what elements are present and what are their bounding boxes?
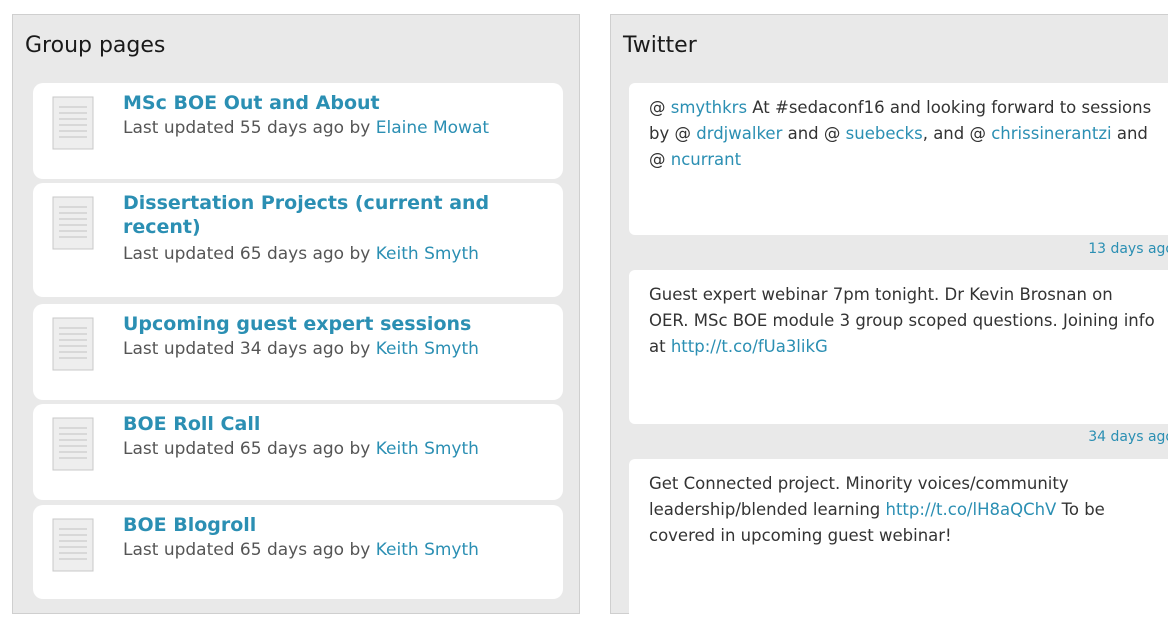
group-page-item: BOE Blogroll Last updated 65 days ago by… bbox=[33, 505, 563, 599]
tweet-url-link[interactable]: http://t.co/lH8aQChV bbox=[886, 500, 1057, 519]
group-page-title-link[interactable]: Upcoming guest expert sessions bbox=[123, 312, 553, 336]
tweet: Guest expert webinar 7pm tonight. Dr Kev… bbox=[629, 270, 1168, 424]
tweet-user-link[interactable]: chrissinerantzi bbox=[991, 124, 1111, 143]
document-icon bbox=[52, 518, 94, 572]
document-icon bbox=[52, 317, 94, 371]
last-updated-text: Last updated 55 days ago by bbox=[123, 118, 376, 138]
author-link[interactable]: Keith Smyth bbox=[376, 439, 479, 459]
group-page-item: Upcoming guest expert sessions Last upda… bbox=[33, 304, 563, 400]
last-updated-text: Last updated 65 days ago by bbox=[123, 244, 376, 264]
twitter-panel: Twitter @ smythkrs At #sedaconf16 and lo… bbox=[610, 14, 1168, 619]
group-page-meta: Last updated 65 days ago by Keith Smyth bbox=[123, 541, 553, 559]
tweet: Get Connected project. Minority voices/c… bbox=[629, 459, 1168, 619]
tweet-user-link[interactable]: smythkrs bbox=[671, 98, 747, 117]
tweet-text: and @ bbox=[782, 124, 846, 143]
last-updated-text: Last updated 65 days ago by bbox=[123, 540, 376, 560]
tweet-user-link[interactable]: drdjwalker bbox=[696, 124, 782, 143]
group-page-item: BOE Roll Call Last updated 65 days ago b… bbox=[33, 404, 563, 500]
document-icon bbox=[52, 96, 94, 150]
tweet-url-link[interactable]: http://t.co/fUa3likG bbox=[671, 337, 828, 356]
last-updated-text: Last updated 65 days ago by bbox=[123, 439, 376, 459]
group-page-meta: Last updated 65 days ago by Keith Smyth bbox=[123, 440, 553, 458]
tweet-timestamp[interactable]: 34 days ago bbox=[1088, 429, 1168, 445]
group-page-title-link[interactable]: BOE Blogroll bbox=[123, 513, 553, 537]
last-updated-text: Last updated 34 days ago by bbox=[123, 339, 376, 359]
group-page-title-link[interactable]: Dissertation Projects (current and recen… bbox=[123, 191, 553, 239]
group-page-meta: Last updated 55 days ago by Elaine Mowat bbox=[123, 119, 553, 137]
author-link[interactable]: Keith Smyth bbox=[376, 540, 479, 560]
tweet-user-link[interactable]: suebecks bbox=[846, 124, 923, 143]
group-pages-heading: Group pages bbox=[25, 33, 166, 58]
tweet-timestamp[interactable]: 13 days ago bbox=[1088, 241, 1168, 257]
author-link[interactable]: Elaine Mowat bbox=[376, 118, 489, 138]
group-page-title-link[interactable]: MSc BOE Out and About bbox=[123, 91, 553, 115]
author-link[interactable]: Keith Smyth bbox=[376, 339, 479, 359]
tweet-text: , and @ bbox=[922, 124, 992, 143]
group-page-meta: Last updated 34 days ago by Keith Smyth bbox=[123, 340, 553, 358]
document-icon bbox=[52, 417, 94, 471]
group-page-item: Dissertation Projects (current and recen… bbox=[33, 183, 563, 297]
group-page-item: MSc BOE Out and About Last updated 55 da… bbox=[33, 83, 563, 179]
tweet: @ smythkrs At #sedaconf16 and looking fo… bbox=[629, 83, 1168, 235]
group-page-meta: Last updated 65 days ago by Keith Smyth bbox=[123, 245, 553, 263]
group-page-title-link[interactable]: BOE Roll Call bbox=[123, 412, 553, 436]
tweet-text: @ bbox=[649, 98, 671, 117]
group-pages-panel: Group pages MSc BOE Out and About Last u… bbox=[12, 14, 580, 614]
document-icon bbox=[52, 196, 94, 250]
tweet-user-link[interactable]: ncurrant bbox=[671, 150, 741, 169]
twitter-heading: Twitter bbox=[623, 33, 697, 58]
author-link[interactable]: Keith Smyth bbox=[376, 244, 479, 264]
